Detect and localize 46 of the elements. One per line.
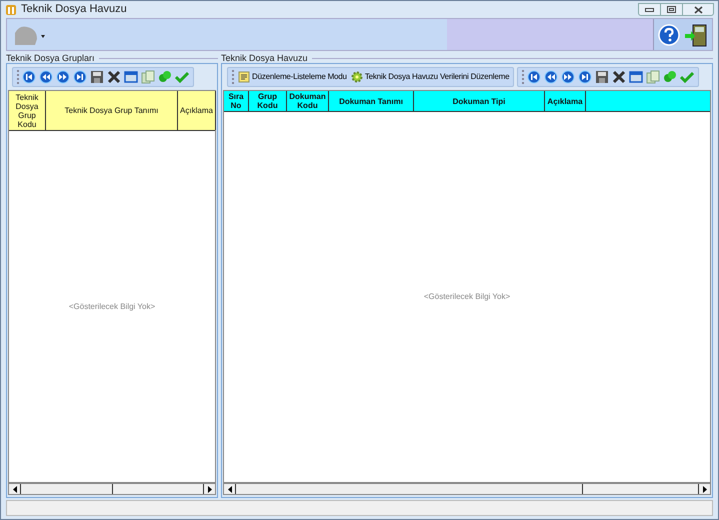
- gear-icon: [350, 71, 363, 83]
- horizontal-scrollbar[interactable]: [8, 483, 216, 495]
- empty-message: <Gösterilecek Bilgi Yok>: [424, 291, 510, 303]
- previous-record-icon[interactable]: [39, 70, 53, 84]
- horizontal-scrollbar[interactable]: [223, 483, 711, 495]
- column-header[interactable]: Açıklama: [545, 91, 586, 111]
- right-arrow-icon: [702, 486, 706, 492]
- save-icon[interactable]: [90, 70, 104, 84]
- previous-record-icon[interactable]: [544, 70, 558, 84]
- column-header[interactable]: Grup Kodu: [249, 91, 287, 111]
- column-header[interactable]: Teknik Dosya Grup Tanımı: [46, 91, 178, 130]
- column-header[interactable]: Dokuman Tanımı: [329, 91, 414, 111]
- maximize-icon: [667, 6, 676, 13]
- right-arrow-icon: [208, 486, 212, 492]
- last-record-icon[interactable]: [73, 70, 87, 84]
- delete-icon[interactable]: [612, 70, 626, 84]
- next-record-icon[interactable]: [561, 70, 576, 84]
- empty-message: <Gösterilecek Bilgi Yok>: [68, 300, 156, 312]
- group-title: Teknik Dosya Havuzu: [221, 54, 308, 62]
- column-header[interactable]: Teknik Dosya Grup Kodu: [9, 91, 46, 130]
- check-icon[interactable]: [680, 70, 694, 84]
- column-header[interactable]: Sıra No: [224, 91, 249, 111]
- window-icon[interactable]: [124, 70, 138, 84]
- left-arrow-icon: [12, 486, 16, 492]
- column-header[interactable]: Dokuman Tipi: [414, 91, 545, 111]
- save-icon[interactable]: [595, 70, 610, 84]
- close-icon: [694, 6, 702, 14]
- note-icon: [238, 71, 250, 83]
- window-icon[interactable]: [629, 70, 644, 84]
- last-record-icon[interactable]: [578, 70, 592, 84]
- first-record-icon[interactable]: [22, 70, 36, 84]
- window-title: Teknik Dosya Havuzu: [21, 2, 127, 18]
- help-icon[interactable]: [658, 24, 680, 46]
- group-title: Teknik Dosya Grupları: [6, 54, 95, 62]
- column-header[interactable]: Dokuman Kodu: [287, 91, 329, 111]
- toolbar-button[interactable]: Düzenleme-Listeleme Modu: [238, 71, 347, 83]
- minimize-icon: [645, 8, 654, 12]
- delete-icon[interactable]: [107, 70, 121, 84]
- column-header[interactable]: Açıklama: [178, 91, 216, 130]
- first-record-icon[interactable]: [527, 70, 542, 84]
- next-record-icon[interactable]: [56, 70, 70, 84]
- check-icon[interactable]: [175, 70, 189, 84]
- app-icon: [5, 4, 17, 16]
- toolbar-button[interactable]: Teknik Dosya Havuzu Verilerini Düzenleme: [350, 71, 510, 83]
- left-arrow-icon: [228, 486, 232, 492]
- exit-door-icon[interactable]: [684, 22, 708, 46]
